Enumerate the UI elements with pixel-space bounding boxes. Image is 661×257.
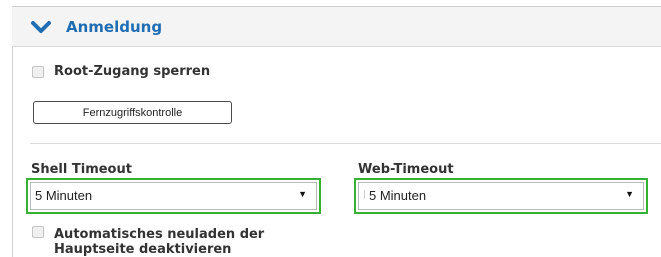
dropdown-arrow-icon: ▼: [298, 189, 307, 199]
auto-reload-label-line2: Hauptseite deaktivieren: [54, 242, 232, 257]
root-lock-label: Root-Zugang sperren: [54, 64, 211, 79]
dropdown-arrow-icon: ▼: [625, 189, 634, 199]
root-lock-checkbox[interactable]: [32, 66, 44, 78]
auto-reload-checkbox[interactable]: [32, 226, 44, 238]
web-timeout-label: Web-Timeout: [358, 162, 454, 177]
shell-timeout-select[interactable]: 5 Minuten ▼: [30, 182, 317, 210]
auto-reload-label-line1: Automatisches neuladen der: [54, 227, 265, 242]
text-cursor-icon: [364, 190, 365, 199]
divider: [30, 143, 661, 144]
web-timeout-value: 5 Minuten: [369, 188, 427, 203]
shell-timeout-value: 5 Minuten: [35, 188, 93, 203]
remote-access-control-button[interactable]: Fernzugriffskontrolle: [33, 101, 232, 124]
shell-timeout-label: Shell Timeout: [31, 162, 132, 177]
section-title: Anmeldung: [66, 18, 163, 36]
section-header[interactable]: Anmeldung: [12, 7, 661, 47]
chevron-down-icon[interactable]: [30, 21, 52, 35]
web-timeout-select[interactable]: 5 Minuten ▼: [358, 182, 644, 210]
